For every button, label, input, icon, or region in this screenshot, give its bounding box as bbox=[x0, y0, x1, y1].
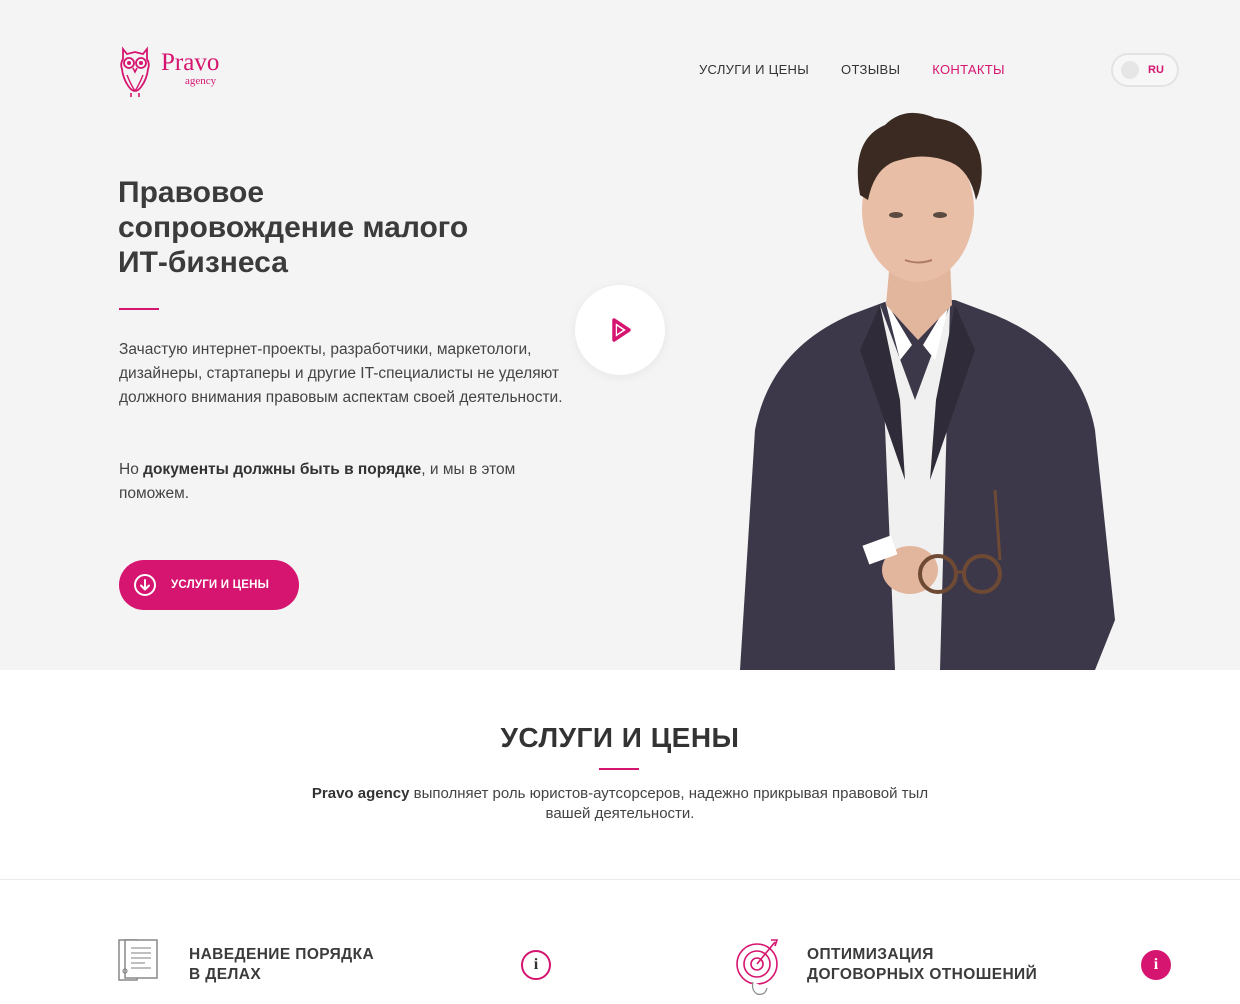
toggle-knob bbox=[1121, 61, 1139, 79]
play-video-button[interactable] bbox=[575, 285, 665, 375]
hero-p2-start: Но bbox=[119, 461, 144, 478]
brand-name: Pravo bbox=[161, 49, 220, 76]
hero-paragraph-2: Но документы должны быть в порядке, и мы… bbox=[119, 458, 559, 506]
target-icon bbox=[736, 939, 779, 995]
brand-subtitle: agency bbox=[185, 75, 217, 87]
services-underline bbox=[599, 768, 639, 770]
nav-item-reviews[interactable]: ОТЗЫВЫ bbox=[841, 62, 900, 78]
main-nav: УСЛУГИ И ЦЕНЫ ОТЗЫВЫ КОНТАКТЫ bbox=[699, 62, 1037, 78]
services-desc-rest: выполняет роль юристов-аутсорсеров, наде… bbox=[409, 785, 929, 822]
hero-person-photo bbox=[740, 112, 1115, 670]
arrow-down-circle-icon bbox=[134, 574, 156, 596]
nav-item-services[interactable]: УСЛУГИ И ЦЕНЫ bbox=[699, 62, 809, 78]
service-1-line2: В ДЕЛАХ bbox=[189, 966, 262, 983]
logo[interactable]: Pravo agency bbox=[117, 44, 237, 100]
hero-section: Pravo agency УСЛУГИ И ЦЕНЫ ОТЗЫВЫ КОНТАК… bbox=[0, 0, 1240, 670]
hero-title: Правовое сопровождение малого ИТ-бизнеса bbox=[118, 176, 469, 279]
services-title: УСЛУГИ И ЦЕНЫ bbox=[500, 722, 740, 753]
service-2-info-button[interactable]: i bbox=[1141, 950, 1171, 980]
service-1-info-button[interactable]: i bbox=[521, 950, 551, 980]
services-description: Pravo agency выполняет роль юристов-аутс… bbox=[310, 784, 930, 824]
owl-logo-icon bbox=[120, 46, 150, 97]
services-desc-brand: Pravo agency bbox=[311, 785, 410, 802]
language-label: RU bbox=[1148, 64, 1164, 76]
services-cta-button[interactable]: УСЛУГИ И ЦЕНЫ bbox=[119, 560, 299, 610]
hero-p2-bold: документы должны быть в порядке bbox=[143, 461, 422, 478]
section-divider bbox=[0, 879, 1240, 880]
cta-label: УСЛУГИ И ЦЕНЫ bbox=[171, 579, 270, 591]
service-2-line2: ДОГОВОРНЫХ ОТНОШЕНИЙ bbox=[807, 966, 1038, 983]
documents-icon bbox=[118, 939, 158, 981]
service-label-contracts: ОПТИМИЗАЦИЯ ДОГОВОРНЫХ ОТНОШЕНИЙ bbox=[807, 945, 1037, 985]
language-toggle[interactable]: RU bbox=[1111, 53, 1179, 87]
service-1-line1: НАВЕДЕНИЕ ПОРЯДКА bbox=[189, 946, 375, 963]
nav-item-contacts[interactable]: КОНТАКТЫ bbox=[932, 62, 1005, 78]
service-2-line1: ОПТИМИЗАЦИЯ bbox=[807, 946, 934, 963]
title-underline bbox=[119, 308, 159, 310]
hero-paragraph: Зачастую интернет-проекты, разработчики,… bbox=[119, 341, 563, 406]
play-icon bbox=[612, 318, 631, 342]
service-label-order: НАВЕДЕНИЕ ПОРЯДКА В ДЕЛАХ bbox=[189, 945, 374, 985]
